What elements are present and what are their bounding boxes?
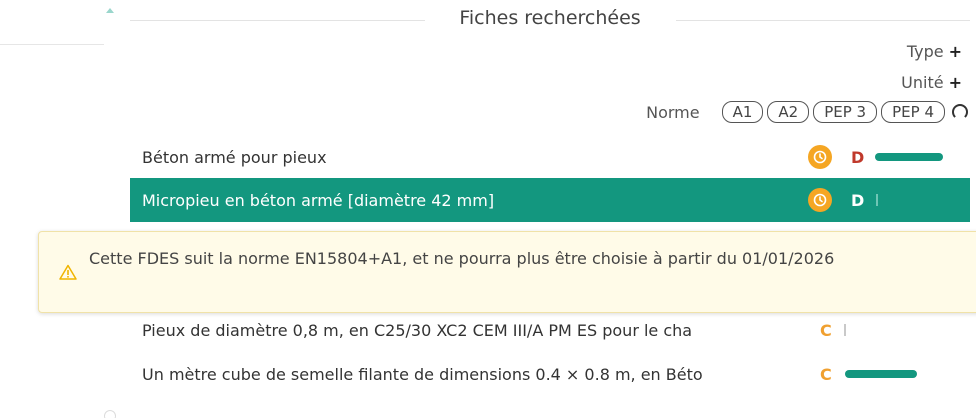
warning-triangle-icon	[59, 264, 77, 280]
sidebar-divider	[0, 44, 104, 45]
result-row[interactable]: Un mètre cube de semelle filante de dime…	[130, 352, 970, 396]
filter-type-label: Type	[906, 42, 944, 61]
filter-unite-label: Unité	[901, 73, 944, 92]
panel-title: Fiches recherchées	[459, 7, 641, 29]
filter-unite[interactable]: Unité +	[901, 73, 962, 92]
norme-pill-a2[interactable]: A2	[767, 101, 810, 123]
result-row[interactable]: Pieux de diamètre 0,8 m, en C25/30 XC2 C…	[130, 308, 970, 352]
filter-norme-label: Norme	[646, 102, 700, 122]
norme-warning-tooltip: Cette FDES suit la norme EN15804+A1, et …	[38, 231, 976, 313]
fiches-panel: Fiches recherchées Type + Unité + Norme …	[0, 0, 976, 418]
title-divider-left	[130, 20, 425, 21]
result-name: Pieux de diamètre 0,8 m, en C25/30 XC2 C…	[142, 320, 693, 340]
result-name: Béton armé pour pieux	[142, 147, 327, 167]
clock-icon	[808, 145, 832, 169]
result-name: Micropieu en béton armé [diamètre 42 mm]	[142, 190, 495, 210]
grade-badge: C	[820, 364, 832, 384]
result-name: Un mètre cube de semelle filante de dime…	[142, 364, 703, 384]
grade-badge: C	[820, 320, 832, 340]
add-type-icon[interactable]: +	[949, 42, 962, 61]
impact-tick	[844, 324, 846, 336]
warning-message: Cette FDES suit la norme EN15804+A1, et …	[89, 249, 835, 268]
add-unite-icon[interactable]: +	[949, 73, 962, 92]
grade-badge: D	[851, 190, 865, 210]
impact-bar	[845, 370, 917, 378]
reset-icon[interactable]	[952, 104, 968, 120]
filter-type[interactable]: Type +	[907, 42, 962, 61]
filter-norme: Norme A1 A2 PEP 3 PEP 4	[646, 101, 968, 123]
result-row[interactable]: Béton armé pour pieux D	[130, 135, 970, 179]
clock-icon	[808, 188, 832, 212]
sidebar-handle[interactable]	[104, 410, 116, 418]
norme-pill-a1[interactable]: A1	[721, 101, 764, 123]
title-divider-right	[676, 20, 970, 21]
collapse-up-icon[interactable]	[106, 8, 114, 13]
result-row-selected[interactable]: Micropieu en béton armé [diamètre 42 mm]…	[130, 178, 970, 222]
grade-badge: D	[851, 147, 865, 167]
impact-bar	[875, 153, 943, 161]
norme-pill-pep4[interactable]: PEP 4	[881, 101, 945, 123]
impact-tick	[876, 194, 878, 206]
norme-pill-pep3[interactable]: PEP 3	[813, 101, 878, 123]
